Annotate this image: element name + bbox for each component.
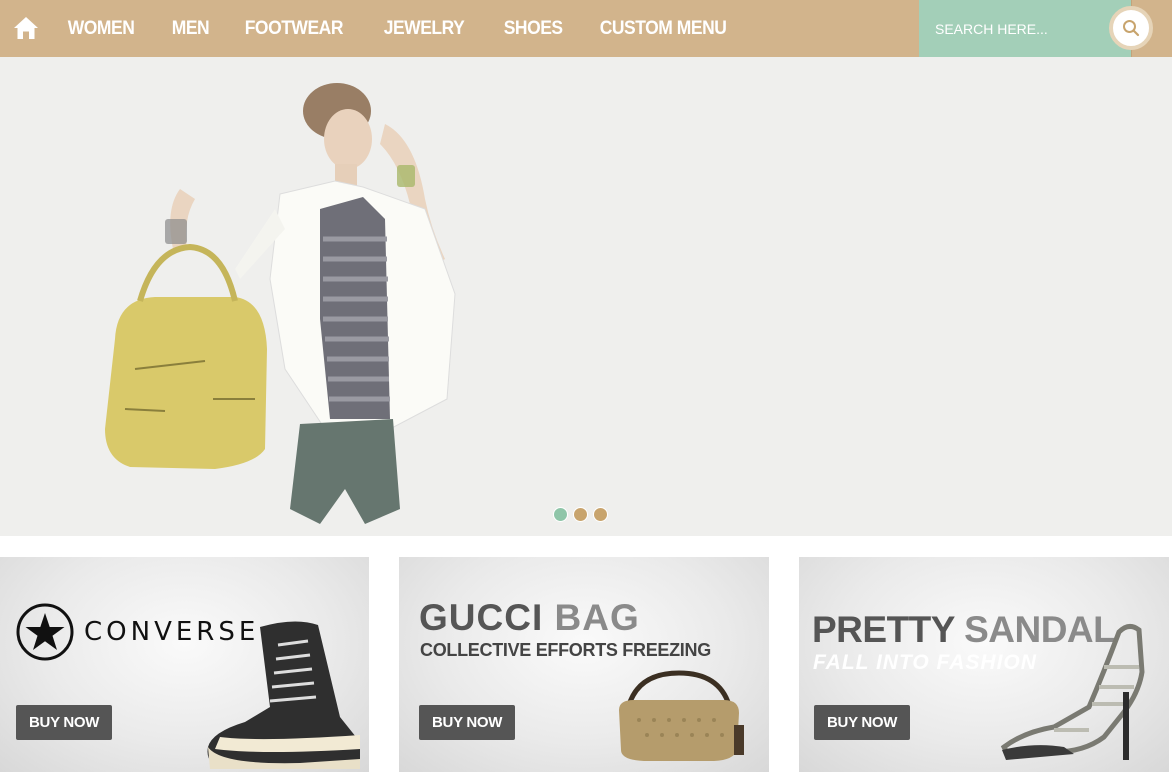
home-icon[interactable] [12, 14, 40, 42]
promo-card-pretty-sandal[interactable]: PRETTY SANDAL FALL INTO FASHION BUY NOW [799, 557, 1169, 772]
buy-now-button-converse[interactable]: BUY NOW [16, 705, 113, 740]
sandal-image [1000, 624, 1145, 760]
sneaker-image [207, 621, 360, 769]
hero-slider [0, 57, 1172, 536]
slider-dot-3[interactable] [593, 507, 608, 522]
promo-card-converse[interactable]: CONVERSE BUY NOW [0, 557, 369, 772]
slider-dot-1[interactable] [553, 507, 568, 522]
search-box [919, 0, 1131, 57]
hero-model-image [105, 83, 456, 524]
nav-item-men[interactable]: MEN [157, 18, 224, 40]
main-menu: WOMEN MEN FOOTWEAR JEWELRY SHOES CUSTOM … [53, 0, 754, 57]
buy-now-button-pretty-sandal[interactable]: BUY NOW [814, 705, 911, 740]
slider-dots [553, 507, 608, 522]
promo-title-product: BAG [554, 597, 640, 638]
nav-item-jewelry[interactable]: JEWELRY [369, 18, 479, 40]
promo-title: GUCCI BAG [419, 597, 640, 639]
search-icon [1123, 20, 1140, 37]
handbag-image [619, 670, 744, 761]
star-icon [16, 603, 74, 661]
promo-card-gucci-bag[interactable]: GUCCI BAG COLLECTIVE EFFORTS FREEZING BU… [399, 557, 769, 772]
nav-item-women[interactable]: WOMEN [53, 18, 149, 40]
search-input[interactable] [919, 0, 1109, 57]
slider-dot-2[interactable] [573, 507, 588, 522]
nav-item-shoes[interactable]: SHOES [489, 18, 577, 40]
promo-title-brand: PRETTY [812, 609, 955, 650]
buy-now-button-gucci-bag[interactable]: BUY NOW [419, 705, 516, 740]
top-navigation-bar: WOMEN MEN FOOTWEAR JEWELRY SHOES CUSTOM … [0, 0, 1172, 57]
search-button[interactable] [1109, 6, 1153, 50]
nav-item-footwear[interactable]: FOOTWEAR [230, 18, 358, 40]
promo-title-brand: GUCCI [419, 597, 544, 638]
promo-subtitle: COLLECTIVE EFFORTS FREEZING [420, 640, 711, 660]
nav-item-custom-menu[interactable]: CUSTOM MENU [585, 18, 741, 40]
